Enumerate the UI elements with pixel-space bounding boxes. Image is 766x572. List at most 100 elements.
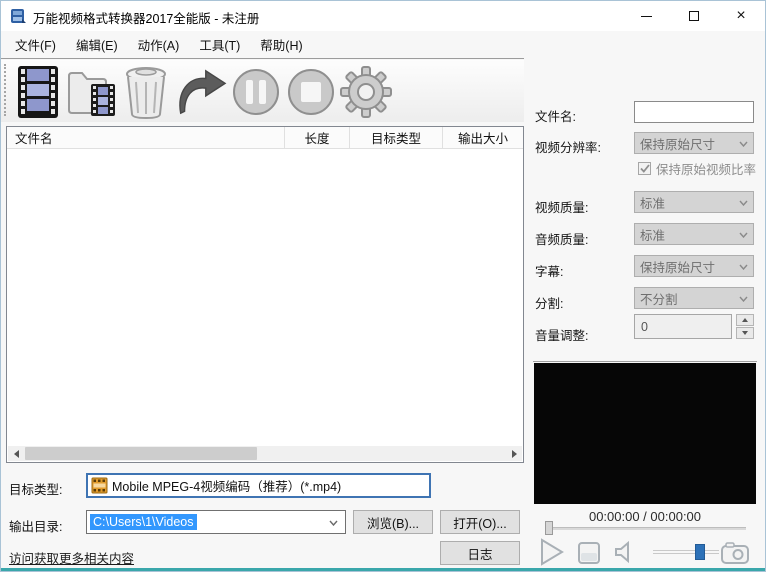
open-button[interactable]: 打开(O)... xyxy=(440,510,520,534)
window-title: 万能视频格式转换器2017全能版 - 未注册 xyxy=(33,8,259,27)
log-button[interactable]: 日志 xyxy=(440,541,520,565)
browse-button[interactable]: 浏览(B)... xyxy=(353,510,433,534)
chevron-down-icon xyxy=(329,520,338,526)
camera-icon xyxy=(721,542,749,564)
video-preview xyxy=(534,363,756,504)
up-arrow-icon xyxy=(742,318,748,322)
stop-button[interactable] xyxy=(284,64,338,120)
app-window: 万能视频格式转换器2017全能版 - 未注册 × 文件(F) 编辑(E) 动作(… xyxy=(0,0,766,572)
column-target-type[interactable]: 目标类型 xyxy=(350,127,443,148)
keep-ratio-checkbox[interactable] xyxy=(638,162,651,175)
scrollbar-thumb[interactable] xyxy=(25,447,257,460)
chevron-down-icon xyxy=(739,264,748,270)
resolution-dropdown[interactable]: 保持原始尺寸 xyxy=(634,132,754,154)
stepper-up-button[interactable] xyxy=(736,314,754,326)
maximize-icon xyxy=(689,11,699,21)
close-icon: × xyxy=(736,8,745,24)
seek-slider-thumb[interactable] xyxy=(545,521,553,535)
play-button[interactable] xyxy=(539,538,565,566)
column-output-size[interactable]: 输出大小 xyxy=(443,127,523,148)
delete-button[interactable] xyxy=(119,64,173,120)
mute-button[interactable] xyxy=(613,540,635,564)
menu-file[interactable]: 文件(F) xyxy=(5,30,66,59)
audio-quality-dropdown[interactable]: 标准 xyxy=(634,223,754,245)
pause-button[interactable] xyxy=(229,64,283,120)
snapshot-button[interactable] xyxy=(721,542,749,564)
stop-square-icon xyxy=(577,541,601,565)
add-folder-button[interactable] xyxy=(65,64,119,120)
time-display: 00:00:00 / 00:00:00 xyxy=(534,509,756,524)
keep-ratio-row[interactable]: 保持原始视频比率 xyxy=(638,159,756,178)
trash-icon xyxy=(123,64,169,120)
volume-adjust-label: 音量调整: xyxy=(535,325,588,344)
menu-help[interactable]: 帮助(H) xyxy=(250,30,312,59)
chevron-down-icon xyxy=(739,232,748,238)
volume-adjust-stepper xyxy=(736,314,754,339)
title-bar: 万能视频格式转换器2017全能版 - 未注册 × xyxy=(1,1,765,31)
resolution-value: 保持原始尺寸 xyxy=(640,134,715,153)
check-icon xyxy=(640,164,650,173)
maximize-button[interactable] xyxy=(672,1,716,31)
output-dir-value: C:\Users\1\Videos xyxy=(90,514,197,530)
scroll-right-arrow-icon[interactable] xyxy=(506,446,522,461)
split-dropdown[interactable]: 不分割 xyxy=(634,287,754,309)
convert-arrow-icon xyxy=(173,68,227,116)
horizontal-scrollbar[interactable] xyxy=(8,446,522,461)
keep-ratio-label: 保持原始视频比率 xyxy=(656,159,756,178)
settings-button[interactable] xyxy=(339,64,393,120)
subtitle-value: 保持原始尺寸 xyxy=(640,257,715,276)
chevron-down-icon xyxy=(739,296,748,302)
minimize-icon xyxy=(641,16,652,17)
window-bottom-edge xyxy=(1,568,765,571)
resolution-label: 视频分辨率: xyxy=(535,137,601,156)
subtitle-label: 字幕: xyxy=(535,261,563,280)
speaker-icon xyxy=(613,540,635,564)
player-stop-button[interactable] xyxy=(577,541,601,565)
format-film-icon xyxy=(91,477,108,494)
output-dir-label: 输出目录: xyxy=(9,516,62,535)
down-arrow-icon xyxy=(742,331,748,335)
close-button[interactable]: × xyxy=(719,1,763,31)
play-icon xyxy=(539,538,565,566)
chevron-down-icon xyxy=(739,200,748,206)
stepper-down-button[interactable] xyxy=(736,327,754,339)
subtitle-dropdown[interactable]: 保持原始尺寸 xyxy=(634,255,754,277)
file-list[interactable]: 文件名 长度 目标类型 输出大小 xyxy=(6,126,524,463)
audio-quality-value: 标准 xyxy=(640,225,665,244)
split-value: 不分割 xyxy=(640,289,678,308)
add-file-button[interactable] xyxy=(11,64,65,120)
column-length[interactable]: 长度 xyxy=(285,127,350,148)
convert-button[interactable] xyxy=(173,64,227,120)
volume-slider[interactable] xyxy=(653,550,719,554)
toolbar xyxy=(1,60,524,122)
target-type-combobox[interactable]: Mobile MPEG-4视频编码（推荐）(*.mp4) xyxy=(86,473,431,498)
menu-tools[interactable]: 工具(T) xyxy=(189,30,250,59)
scroll-left-arrow-icon[interactable] xyxy=(8,446,24,461)
stop-icon xyxy=(286,67,336,117)
app-icon xyxy=(10,8,27,24)
seek-slider[interactable] xyxy=(546,527,746,530)
filename-input[interactable] xyxy=(634,101,754,123)
minimize-button[interactable] xyxy=(624,1,668,31)
audio-quality-label: 音频质量: xyxy=(535,229,588,248)
video-quality-label: 视频质量: xyxy=(535,197,588,216)
folder-film-icon xyxy=(65,66,119,118)
menu-edit[interactable]: 编辑(E) xyxy=(66,30,128,59)
menu-action[interactable]: 动作(A) xyxy=(128,30,190,59)
toolbar-grip xyxy=(4,64,6,116)
file-list-header: 文件名 长度 目标类型 输出大小 xyxy=(7,127,523,149)
output-dir-combobox[interactable]: C:\Users\1\Videos xyxy=(86,510,346,534)
column-filename[interactable]: 文件名 xyxy=(7,127,285,148)
promo-link[interactable]: 访问获取更多相关内容 xyxy=(9,548,134,567)
target-type-value: Mobile MPEG-4视频编码（推荐）(*.mp4) xyxy=(112,476,341,495)
filename-label: 文件名: xyxy=(535,106,576,125)
volume-adjust-input[interactable]: 0 xyxy=(634,314,732,339)
volume-slider-thumb[interactable] xyxy=(695,544,705,560)
gear-icon xyxy=(339,65,393,119)
target-type-label: 目标类型: xyxy=(9,479,62,498)
menu-bar: 文件(F) 编辑(E) 动作(A) 工具(T) 帮助(H) xyxy=(1,31,524,59)
split-label: 分割: xyxy=(535,293,563,312)
video-quality-dropdown[interactable]: 标准 xyxy=(634,191,754,213)
preview-separator xyxy=(533,361,757,362)
chevron-down-icon xyxy=(739,141,748,147)
